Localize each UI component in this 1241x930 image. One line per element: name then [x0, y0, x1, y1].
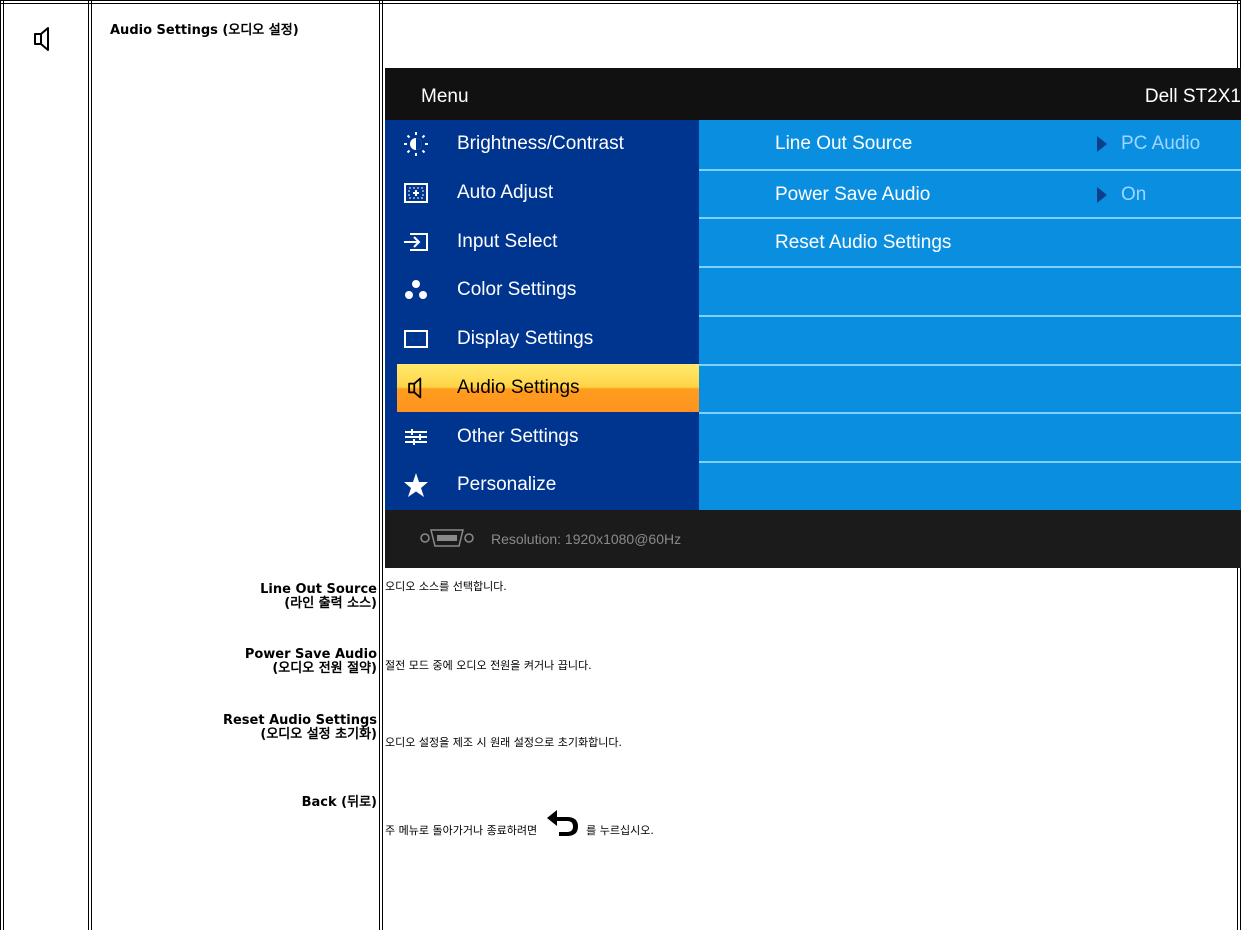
- desc-reset-audio-settings: 오디오 설정을 제조 시 원래 설정으로 초기화합니다.: [385, 736, 622, 749]
- osd-row-empty: [699, 412, 1241, 461]
- term-back: Back (뒤로): [302, 796, 377, 810]
- osd-row-value: PC Audio: [1121, 133, 1201, 154]
- osd-row-reset-audio-settings[interactable]: Reset Audio Settings: [699, 217, 1241, 266]
- term-ko: (오디오 전원 절약): [272, 661, 377, 676]
- osd-menu-title: Menu: [421, 86, 469, 107]
- osd-footer: Resolution: 1920x1080@60Hz: [385, 510, 1241, 568]
- osd-row-label: Reset Audio Settings: [775, 232, 952, 254]
- term-reset-audio-settings: Reset Audio Settings (오디오 설정 초기화): [223, 714, 377, 742]
- back-arrow-icon: [545, 808, 579, 839]
- frame-left-border: [0, 0, 4, 930]
- osd-model-name: Dell ST2X1: [1144, 86, 1241, 107]
- desc-text-after: 를 누르십시오.: [586, 824, 654, 837]
- frame-divider-1: [88, 0, 92, 930]
- osd-row-empty: [699, 314, 1241, 364]
- section-title: Audio Settings (오디오 설정): [110, 23, 299, 38]
- speaker-icon: [28, 24, 58, 54]
- osd-row-label: Power Save Audio: [775, 183, 931, 205]
- osd-row-power-save-audio[interactable]: Power Save Audio On: [699, 168, 1241, 218]
- osd-menu-screenshot: Menu Dell ST2X1 Brightness/Contrast Auto…: [385, 68, 1241, 568]
- arrow-right-icon: [1097, 136, 1107, 152]
- term-ko: (오디오 설정 초기화): [260, 727, 377, 742]
- osd-row-empty: [699, 460, 1241, 510]
- desc-power-save-audio: 절전 모드 중에 오디오 전원을 켜거나 끕니다.: [385, 659, 592, 672]
- term-en: Reset Audio Settings: [222, 713, 377, 728]
- top-rule: [0, 0, 1241, 4]
- osd-right-rows: Line Out Source PC Audio Power Save Audi…: [385, 120, 1241, 510]
- osd-resolution: Resolution: 1920x1080@60Hz: [491, 531, 682, 547]
- term-power-save-audio: Power Save Audio (오디오 전원 절약): [245, 648, 377, 676]
- term-en: Line Out Source: [260, 582, 377, 597]
- osd-row-value: On: [1121, 183, 1147, 205]
- frame-divider-2: [379, 0, 383, 930]
- osd-header: Menu Dell ST2X1: [385, 68, 1241, 120]
- term-line-out-source: Line Out Source (라인 출력 소스): [260, 583, 377, 611]
- osd-row-empty: [699, 363, 1241, 413]
- osd-row-empty: [699, 266, 1241, 315]
- osd-row-line-out-source[interactable]: Line Out Source PC Audio: [699, 120, 1241, 169]
- term-en: Power Save Audio: [244, 647, 377, 662]
- term-ko: (라인 출력 소스): [284, 596, 377, 611]
- arrow-right-icon: [1097, 186, 1107, 203]
- osd-row-label: Line Out Source: [775, 133, 913, 154]
- desc-back: 주 메뉴로 돌아가거나 종료하려면 를 누르십시오.: [385, 808, 654, 839]
- vga-connector-icon: [419, 527, 475, 549]
- term-en: Back (뒤로): [301, 795, 377, 810]
- desc-text-before: 주 메뉴로 돌아가거나 종료하려면: [385, 824, 538, 837]
- desc-line-out-source: 오디오 소스를 선택합니다.: [385, 580, 507, 593]
